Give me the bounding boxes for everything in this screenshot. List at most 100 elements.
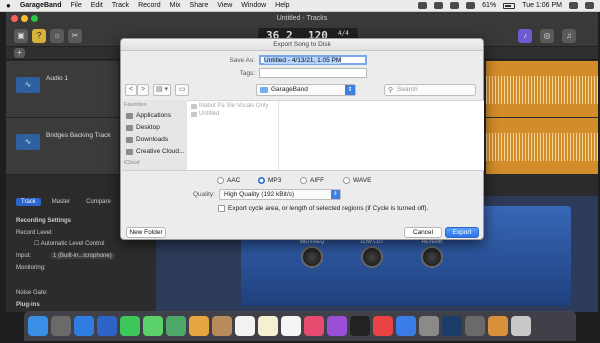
auto-level-checkbox[interactable]: ☐ Automatic Level Control: [34, 240, 104, 247]
creative-cloud-icon: [126, 148, 133, 155]
view-mode-button[interactable]: ▤ ▾: [153, 84, 171, 96]
notes-icon[interactable]: [258, 316, 278, 336]
menu-share[interactable]: Share: [190, 2, 209, 9]
file-icon: [191, 111, 197, 117]
reminders-icon[interactable]: [281, 316, 301, 336]
spotlight-icon[interactable]: [569, 2, 578, 9]
folder-icon: [260, 87, 268, 93]
audio-region[interactable]: [486, 61, 598, 117]
photos-icon[interactable]: [189, 316, 209, 336]
tab-track[interactable]: Track: [16, 198, 41, 206]
contacts-icon[interactable]: [212, 316, 232, 336]
favorites-header: Favorites: [124, 102, 147, 108]
quality-popup[interactable]: High Quality (192 kBit/s) ⇕: [219, 189, 341, 200]
launchpad-icon[interactable]: [51, 316, 71, 336]
track-name[interactable]: Bridges Backing Track: [46, 132, 111, 139]
messages-icon[interactable]: [143, 316, 163, 336]
menu-record[interactable]: Record: [138, 2, 161, 9]
smart-controls-icon[interactable]: ☼: [50, 29, 64, 43]
music-icon[interactable]: [304, 316, 324, 336]
format-aiff-radio[interactable]: AIFF: [300, 177, 324, 184]
sidebar-item-desktop[interactable]: Desktop: [126, 124, 160, 131]
menu-view[interactable]: View: [217, 2, 232, 9]
plugins-heading[interactable]: Plug-ins: [16, 302, 40, 308]
loop-browser-icon[interactable]: ◎: [540, 29, 554, 43]
radio-dot: [300, 177, 307, 184]
tags-field[interactable]: [259, 68, 367, 78]
list-item[interactable]: Mabut Pa Sle Vocals Only: [191, 103, 268, 109]
cancel-button[interactable]: Cancel: [404, 227, 442, 238]
menu-mix[interactable]: Mix: [170, 2, 181, 9]
volume-icon[interactable]: [466, 2, 476, 9]
zoom-window-icon[interactable]: [31, 15, 38, 22]
editors-icon[interactable]: ✂: [68, 29, 82, 43]
noise-gate-label: Noise Gate:: [16, 290, 48, 296]
track-bridges-backing[interactable]: ∿ Bridges Backing Track: [6, 118, 119, 175]
export-button[interactable]: Export: [445, 227, 479, 238]
back-button[interactable]: <: [125, 84, 137, 96]
format-mp3-radio[interactable]: MP3: [258, 177, 281, 184]
format-aac-radio[interactable]: AAC: [217, 177, 240, 184]
steam-icon[interactable]: [442, 316, 462, 336]
location-popup[interactable]: GarageBand ⇕: [256, 84, 356, 96]
tab-compare[interactable]: Compare: [81, 198, 116, 206]
menu-file[interactable]: File: [70, 2, 81, 9]
new-folder-button[interactable]: New Folder: [126, 227, 166, 238]
tv-icon[interactable]: [350, 316, 370, 336]
track-audio-1[interactable]: ∿ Audio 1: [6, 61, 119, 118]
mid-freq-knob[interactable]: [301, 246, 323, 268]
safari-icon[interactable]: [74, 316, 94, 336]
new-folder-icon[interactable]: ▭: [175, 84, 189, 96]
search-input[interactable]: ⚲ Search: [384, 84, 476, 96]
calendar-icon[interactable]: [235, 316, 255, 336]
preview-icon[interactable]: [465, 316, 485, 336]
battery-icon[interactable]: [503, 2, 516, 9]
add-track-button[interactable]: +: [14, 48, 25, 58]
news-icon[interactable]: [373, 316, 393, 336]
menu-window[interactable]: Window: [241, 2, 266, 9]
sidebar-item-creative-cloud[interactable]: Creative Cloud...: [126, 148, 184, 155]
close-window-icon[interactable]: [11, 15, 18, 22]
help-icon[interactable]: ?: [32, 29, 46, 43]
bluetooth-icon[interactable]: [434, 2, 444, 9]
finder-icon[interactable]: [28, 316, 48, 336]
record-status-icon[interactable]: [418, 2, 428, 9]
podcasts-icon[interactable]: [327, 316, 347, 336]
list-item[interactable]: Untitled: [191, 111, 219, 117]
recording-settings-heading[interactable]: Recording Settings: [16, 218, 71, 224]
media-browser-icon[interactable]: ♫: [562, 29, 576, 43]
tab-master[interactable]: Master: [47, 198, 75, 206]
track-name[interactable]: Audio 1: [46, 75, 68, 82]
menu-track[interactable]: Track: [112, 2, 129, 9]
sidebar-item-downloads[interactable]: Downloads: [126, 136, 168, 143]
battery-percent[interactable]: 61%: [482, 2, 496, 9]
garageband-icon[interactable]: [488, 316, 508, 336]
wifi-icon[interactable]: [450, 2, 460, 9]
reverb-knob[interactable]: [421, 246, 443, 268]
trash-icon[interactable]: [511, 316, 531, 336]
cycle-area-checkbox[interactable]: Export cycle area, or length of selected…: [218, 205, 428, 212]
menu-clock[interactable]: Tue 1:06 PM: [522, 2, 562, 9]
minimize-window-icon[interactable]: [21, 15, 28, 22]
format-wave-radio[interactable]: WAVE: [343, 177, 371, 184]
input-label: Input:: [16, 253, 32, 259]
save-as-label: Save As:: [229, 57, 255, 64]
forward-button[interactable]: >: [137, 84, 149, 96]
control-center-icon[interactable]: [585, 2, 594, 9]
system-preferences-icon[interactable]: [419, 316, 439, 336]
mail-icon[interactable]: [97, 316, 117, 336]
menu-app-name[interactable]: GarageBand: [20, 2, 62, 9]
app-store-icon[interactable]: [396, 316, 416, 336]
tuner-icon[interactable]: ♪: [518, 29, 532, 43]
library-icon[interactable]: ▣: [14, 29, 28, 43]
menu-edit[interactable]: Edit: [91, 2, 103, 9]
audio-region[interactable]: [486, 118, 598, 174]
low-cut-knob[interactable]: [361, 246, 383, 268]
input-select[interactable]: 1 (Built-in...icrophone): [50, 253, 115, 259]
menu-help[interactable]: Help: [275, 2, 289, 9]
sidebar-item-applications[interactable]: Applications: [126, 112, 171, 119]
save-as-field[interactable]: Untitled - 4/13/21, 1.05 PM: [259, 55, 367, 65]
facetime-icon[interactable]: [120, 316, 140, 336]
apple-menu-icon[interactable]: ●: [6, 1, 11, 10]
maps-icon[interactable]: [166, 316, 186, 336]
